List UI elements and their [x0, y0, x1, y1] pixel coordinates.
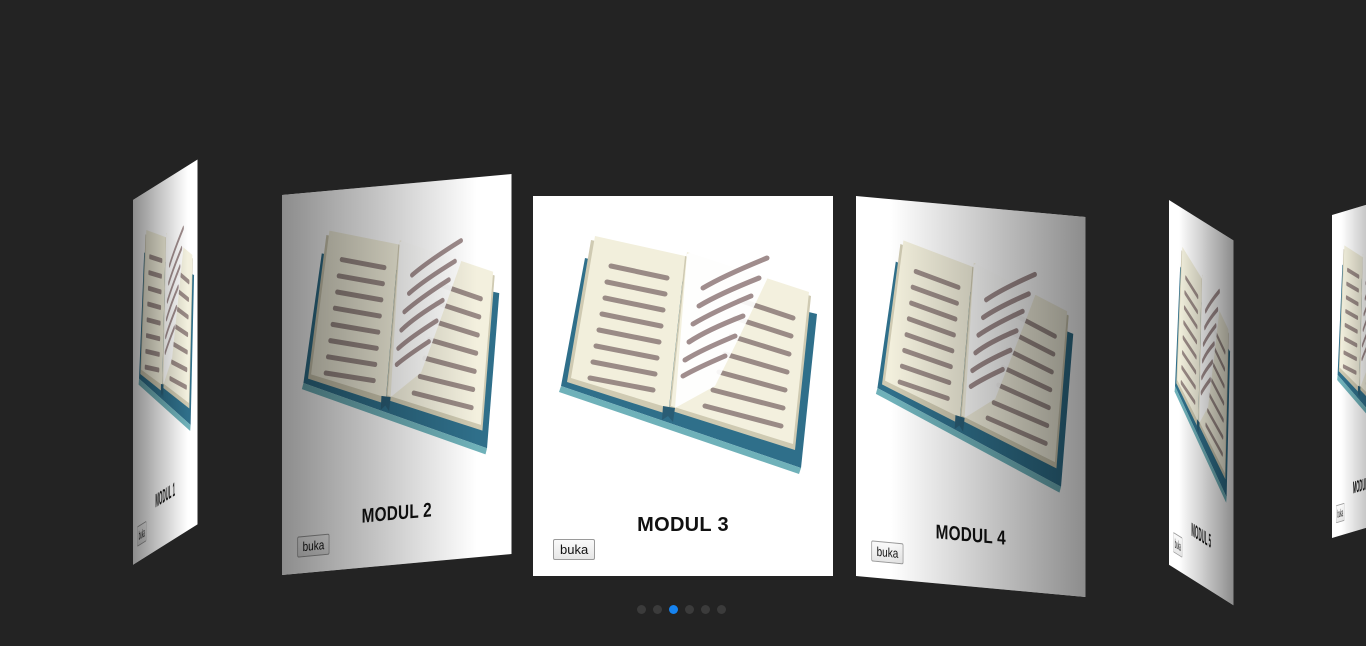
open-module-4-button[interactable]: buka	[871, 540, 904, 565]
module-title: MODUL 3	[637, 514, 729, 536]
pagination-dot-3-active[interactable]	[669, 604, 678, 614]
open-module-5-button[interactable]: buka	[1173, 531, 1183, 558]
module-title: MODUL 6	[1352, 474, 1366, 498]
module-card-6[interactable]: MODUL 6 buka	[1332, 197, 1366, 539]
carousel-pagination	[637, 604, 726, 614]
open-book-icon	[299, 214, 507, 471]
pagination-dot-2[interactable]	[653, 604, 662, 614]
pagination-dot-6[interactable]	[717, 604, 726, 614]
open-module-1-button[interactable]: buka	[137, 520, 147, 547]
open-book-icon	[555, 236, 827, 474]
pagination-dot-4[interactable]	[685, 604, 694, 614]
module-card-1[interactable]: MODUL 1 buka	[133, 159, 198, 565]
open-module-2-button[interactable]: buka	[297, 533, 330, 558]
open-module-3-button[interactable]: buka	[553, 539, 596, 560]
pagination-dot-1[interactable]	[637, 604, 646, 614]
pagination-dot-5[interactable]	[701, 604, 710, 614]
open-book-icon	[873, 238, 1081, 495]
open-book-icon	[1336, 232, 1366, 450]
module-title: MODUL 2	[361, 499, 432, 528]
module-card-5[interactable]: MODUL 5 buka	[1169, 200, 1234, 606]
module-title: MODUL 1	[155, 478, 176, 513]
carousel-stage: MODUL 1 buka MODUL 2 buka MODUL 4 buka M…	[0, 0, 1366, 646]
module-card-3-active[interactable]: MODUL 3 buka	[533, 196, 833, 576]
open-book-icon	[138, 199, 196, 464]
open-module-6-button[interactable]: buka	[1336, 502, 1345, 524]
module-card-4[interactable]: MODUL 4 buka	[856, 196, 1086, 597]
module-card-2[interactable]: MODUL 2 buka	[282, 174, 512, 575]
open-book-icon	[1174, 241, 1232, 506]
